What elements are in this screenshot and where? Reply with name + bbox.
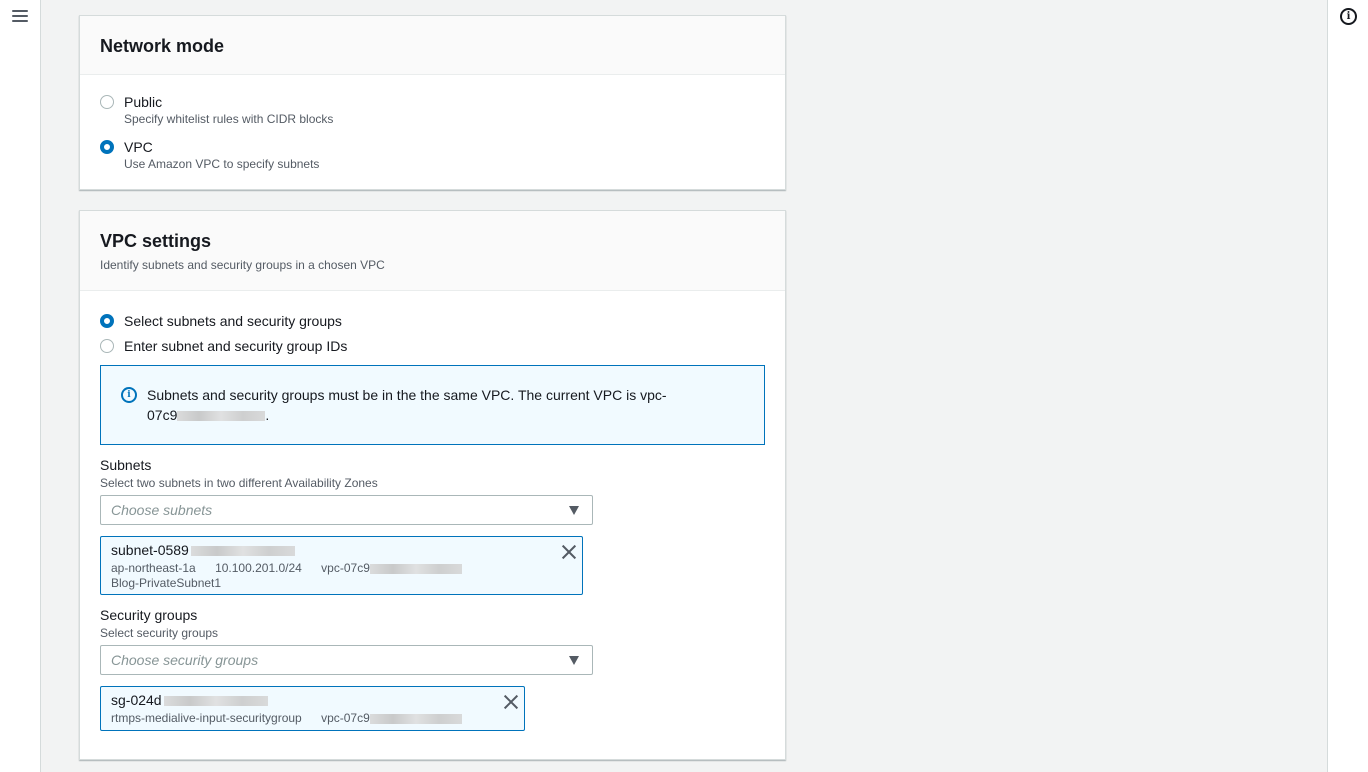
- left-nav-rail: [0, 0, 41, 772]
- security-group-name: rtmps-medialive-input-securitygroup: [111, 711, 302, 725]
- subnet-token: subnet-0589 ap-northeast-1a 10.100.201.0…: [100, 536, 583, 595]
- subnets-placeholder: Choose subnets: [111, 502, 213, 518]
- radio-public-label: Public: [124, 94, 163, 110]
- vpc-info-line2-suffix: .: [265, 407, 270, 423]
- right-tools-rail: i: [1327, 0, 1368, 772]
- caret-down-icon: [569, 656, 579, 665]
- radio-vpc[interactable]: [100, 140, 114, 154]
- subnet-token-meta: ap-northeast-1a 10.100.201.0/24 vpc-07c9: [111, 561, 462, 575]
- network-mode-option-vpc[interactable]: VPC Use Amazon VPC to specify subnets: [100, 137, 319, 172]
- close-icon[interactable]: [503, 694, 519, 710]
- subnet-vpc: vpc-07c9: [321, 561, 370, 575]
- subnet-token-name: Blog-PrivateSubnet1: [111, 576, 222, 590]
- redacted-vpc-id: [177, 411, 266, 422]
- radio-public[interactable]: [100, 95, 114, 109]
- vpc-info-alert: i Subnets and security groups must be in…: [100, 365, 765, 445]
- radio-enter-ids[interactable]: [100, 339, 114, 353]
- subnets-description: Select two subnets in two different Avai…: [100, 476, 378, 490]
- vpc-info-text: Subnets and security groups must be in t…: [147, 385, 707, 425]
- radio-select-subnets-label: Select subnets and security groups: [124, 313, 342, 329]
- close-icon[interactable]: [561, 544, 577, 560]
- security-groups-label: Security groups: [100, 607, 198, 623]
- redacted-sg-vpc: [369, 713, 462, 724]
- vpc-settings-description: Identify subnets and security groups in …: [100, 258, 385, 272]
- subnet-az: ap-northeast-1a: [111, 561, 196, 575]
- subnet-cidr: 10.100.201.0/24: [215, 561, 302, 575]
- network-mode-panel: Network mode Public Specify whitelist ru…: [79, 15, 786, 190]
- network-mode-option-public[interactable]: Public Specify whitelist rules with CIDR…: [100, 92, 333, 127]
- security-groups-description: Select security groups: [100, 626, 219, 640]
- info-icon: i: [121, 387, 137, 403]
- vpc-settings-header: VPC settings Identify subnets and securi…: [80, 211, 785, 291]
- info-icon[interactable]: i: [1340, 8, 1357, 25]
- radio-enter-ids-label: Enter subnet and security group IDs: [124, 338, 348, 354]
- subnet-token-id: subnet-0589: [111, 542, 295, 558]
- redacted-sg-id: [163, 696, 268, 707]
- vpc-option-select[interactable]: Select subnets and security groups: [100, 311, 342, 331]
- subnets-select[interactable]: Choose subnets: [100, 495, 593, 525]
- security-groups-select[interactable]: Choose security groups: [100, 645, 593, 675]
- network-mode-header: Network mode: [80, 16, 785, 75]
- vpc-info-line1: Subnets and security groups must be in t…: [147, 387, 667, 403]
- caret-down-icon: [569, 506, 579, 515]
- security-group-vpc: vpc-07c9: [321, 711, 370, 725]
- security-group-token: sg-024d rtmps-medialive-input-securitygr…: [100, 686, 525, 731]
- radio-vpc-description: Use Amazon VPC to specify subnets: [124, 157, 320, 171]
- subnets-label: Subnets: [100, 457, 152, 473]
- security-groups-placeholder: Choose security groups: [111, 652, 259, 668]
- redacted-subnet-id: [190, 546, 295, 557]
- radio-public-description: Specify whitelist rules with CIDR blocks: [124, 112, 334, 126]
- vpc-info-line2-prefix: 07c9: [147, 407, 178, 423]
- network-mode-title: Network mode: [100, 36, 225, 56]
- radio-select-subnets[interactable]: [100, 314, 114, 328]
- redacted-subnet-vpc: [369, 563, 462, 574]
- vpc-settings-panel: VPC settings Identify subnets and securi…: [79, 210, 786, 760]
- radio-vpc-label: VPC: [124, 139, 153, 155]
- security-group-token-id: sg-024d: [111, 692, 268, 708]
- security-group-token-meta: rtmps-medialive-input-securitygroup vpc-…: [111, 711, 462, 725]
- vpc-settings-title: VPC settings: [100, 231, 212, 251]
- vpc-option-enter-ids[interactable]: Enter subnet and security group IDs: [100, 336, 347, 356]
- hamburger-menu-icon[interactable]: [12, 8, 28, 24]
